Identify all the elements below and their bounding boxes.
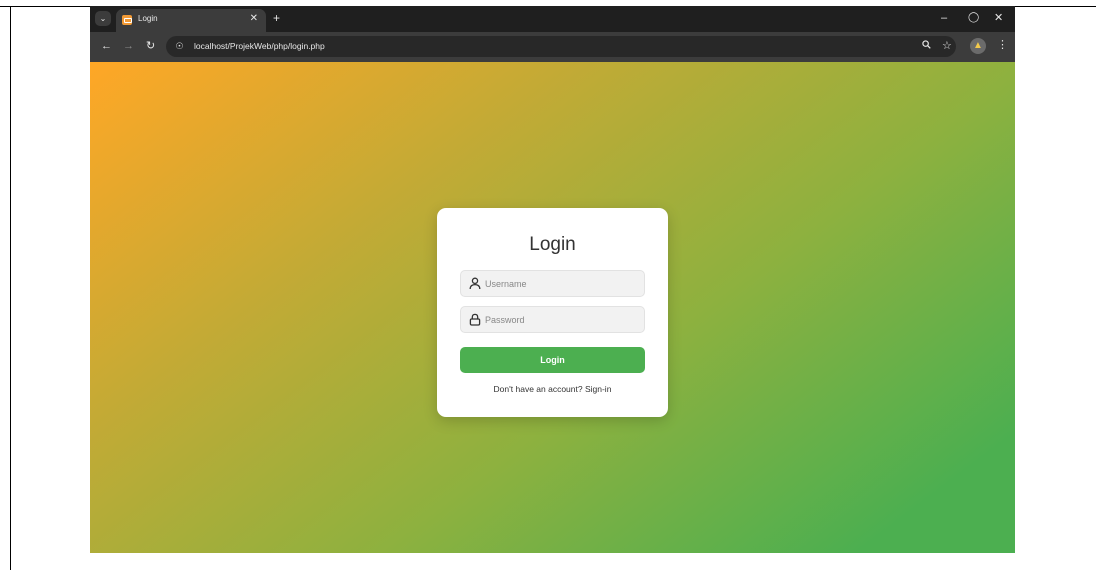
kebab-menu-icon[interactable]: ⋮ — [997, 39, 1008, 52]
forward-icon[interactable]: → — [123, 40, 134, 53]
signup-prompt-text: Don't have an account? — [493, 384, 583, 394]
signup-link[interactable]: Sign-in — [585, 384, 611, 394]
document-frame-left — [10, 6, 11, 570]
profile-avatar-icon[interactable]: ▲ — [970, 38, 986, 54]
browser-toolbar: ← → ↻ ☉ localhost/ProjekWeb/php/login.ph… — [90, 32, 1015, 62]
tab-title: Login — [138, 14, 158, 23]
login-card: Login Login Don't have an account? Sign-… — [437, 208, 668, 417]
password-field[interactable] — [460, 306, 645, 333]
close-icon[interactable]: ✕ — [994, 11, 1003, 25]
password-input[interactable] — [485, 307, 640, 332]
username-input[interactable] — [485, 271, 640, 296]
plus-icon[interactable]: + — [273, 11, 280, 25]
address-bar[interactable]: ☉ localhost/ProjekWeb/php/login.php ☆ — [166, 36, 956, 57]
close-icon[interactable]: ✕ — [250, 13, 258, 24]
site-info-icon[interactable]: ☉ — [172, 39, 187, 54]
page-title: Login — [529, 234, 576, 255]
username-field[interactable] — [460, 270, 645, 297]
restore-icon[interactable]: ◯ — [968, 11, 979, 25]
url-text[interactable]: localhost/ProjekWeb/php/login.php — [194, 41, 325, 51]
tab-login[interactable]: Login ✕ — [116, 9, 266, 32]
reload-icon[interactable]: ↻ — [146, 40, 155, 53]
xampp-icon — [122, 15, 132, 25]
star-icon[interactable]: ☆ — [942, 39, 952, 52]
login-button[interactable]: Login — [460, 347, 645, 373]
back-icon[interactable]: ← — [101, 40, 112, 53]
minimize-icon[interactable]: – — [941, 11, 947, 25]
user-icon — [469, 277, 481, 290]
lock-icon — [469, 313, 481, 326]
signup-prompt: Don't have an account? Sign-in — [437, 384, 668, 394]
page-viewport: Login Login Don't have an account? Sign-… — [90, 62, 1015, 553]
tab-strip: ⌄ Login ✕ + – ◯ ✕ — [90, 6, 1015, 32]
chevron-down-icon[interactable]: ⌄ — [95, 11, 111, 26]
browser-window: ⌄ Login ✕ + – ◯ ✕ ← → ↻ ☉ localhost/Proj… — [90, 6, 1015, 553]
zoom-icon[interactable] — [922, 40, 931, 51]
